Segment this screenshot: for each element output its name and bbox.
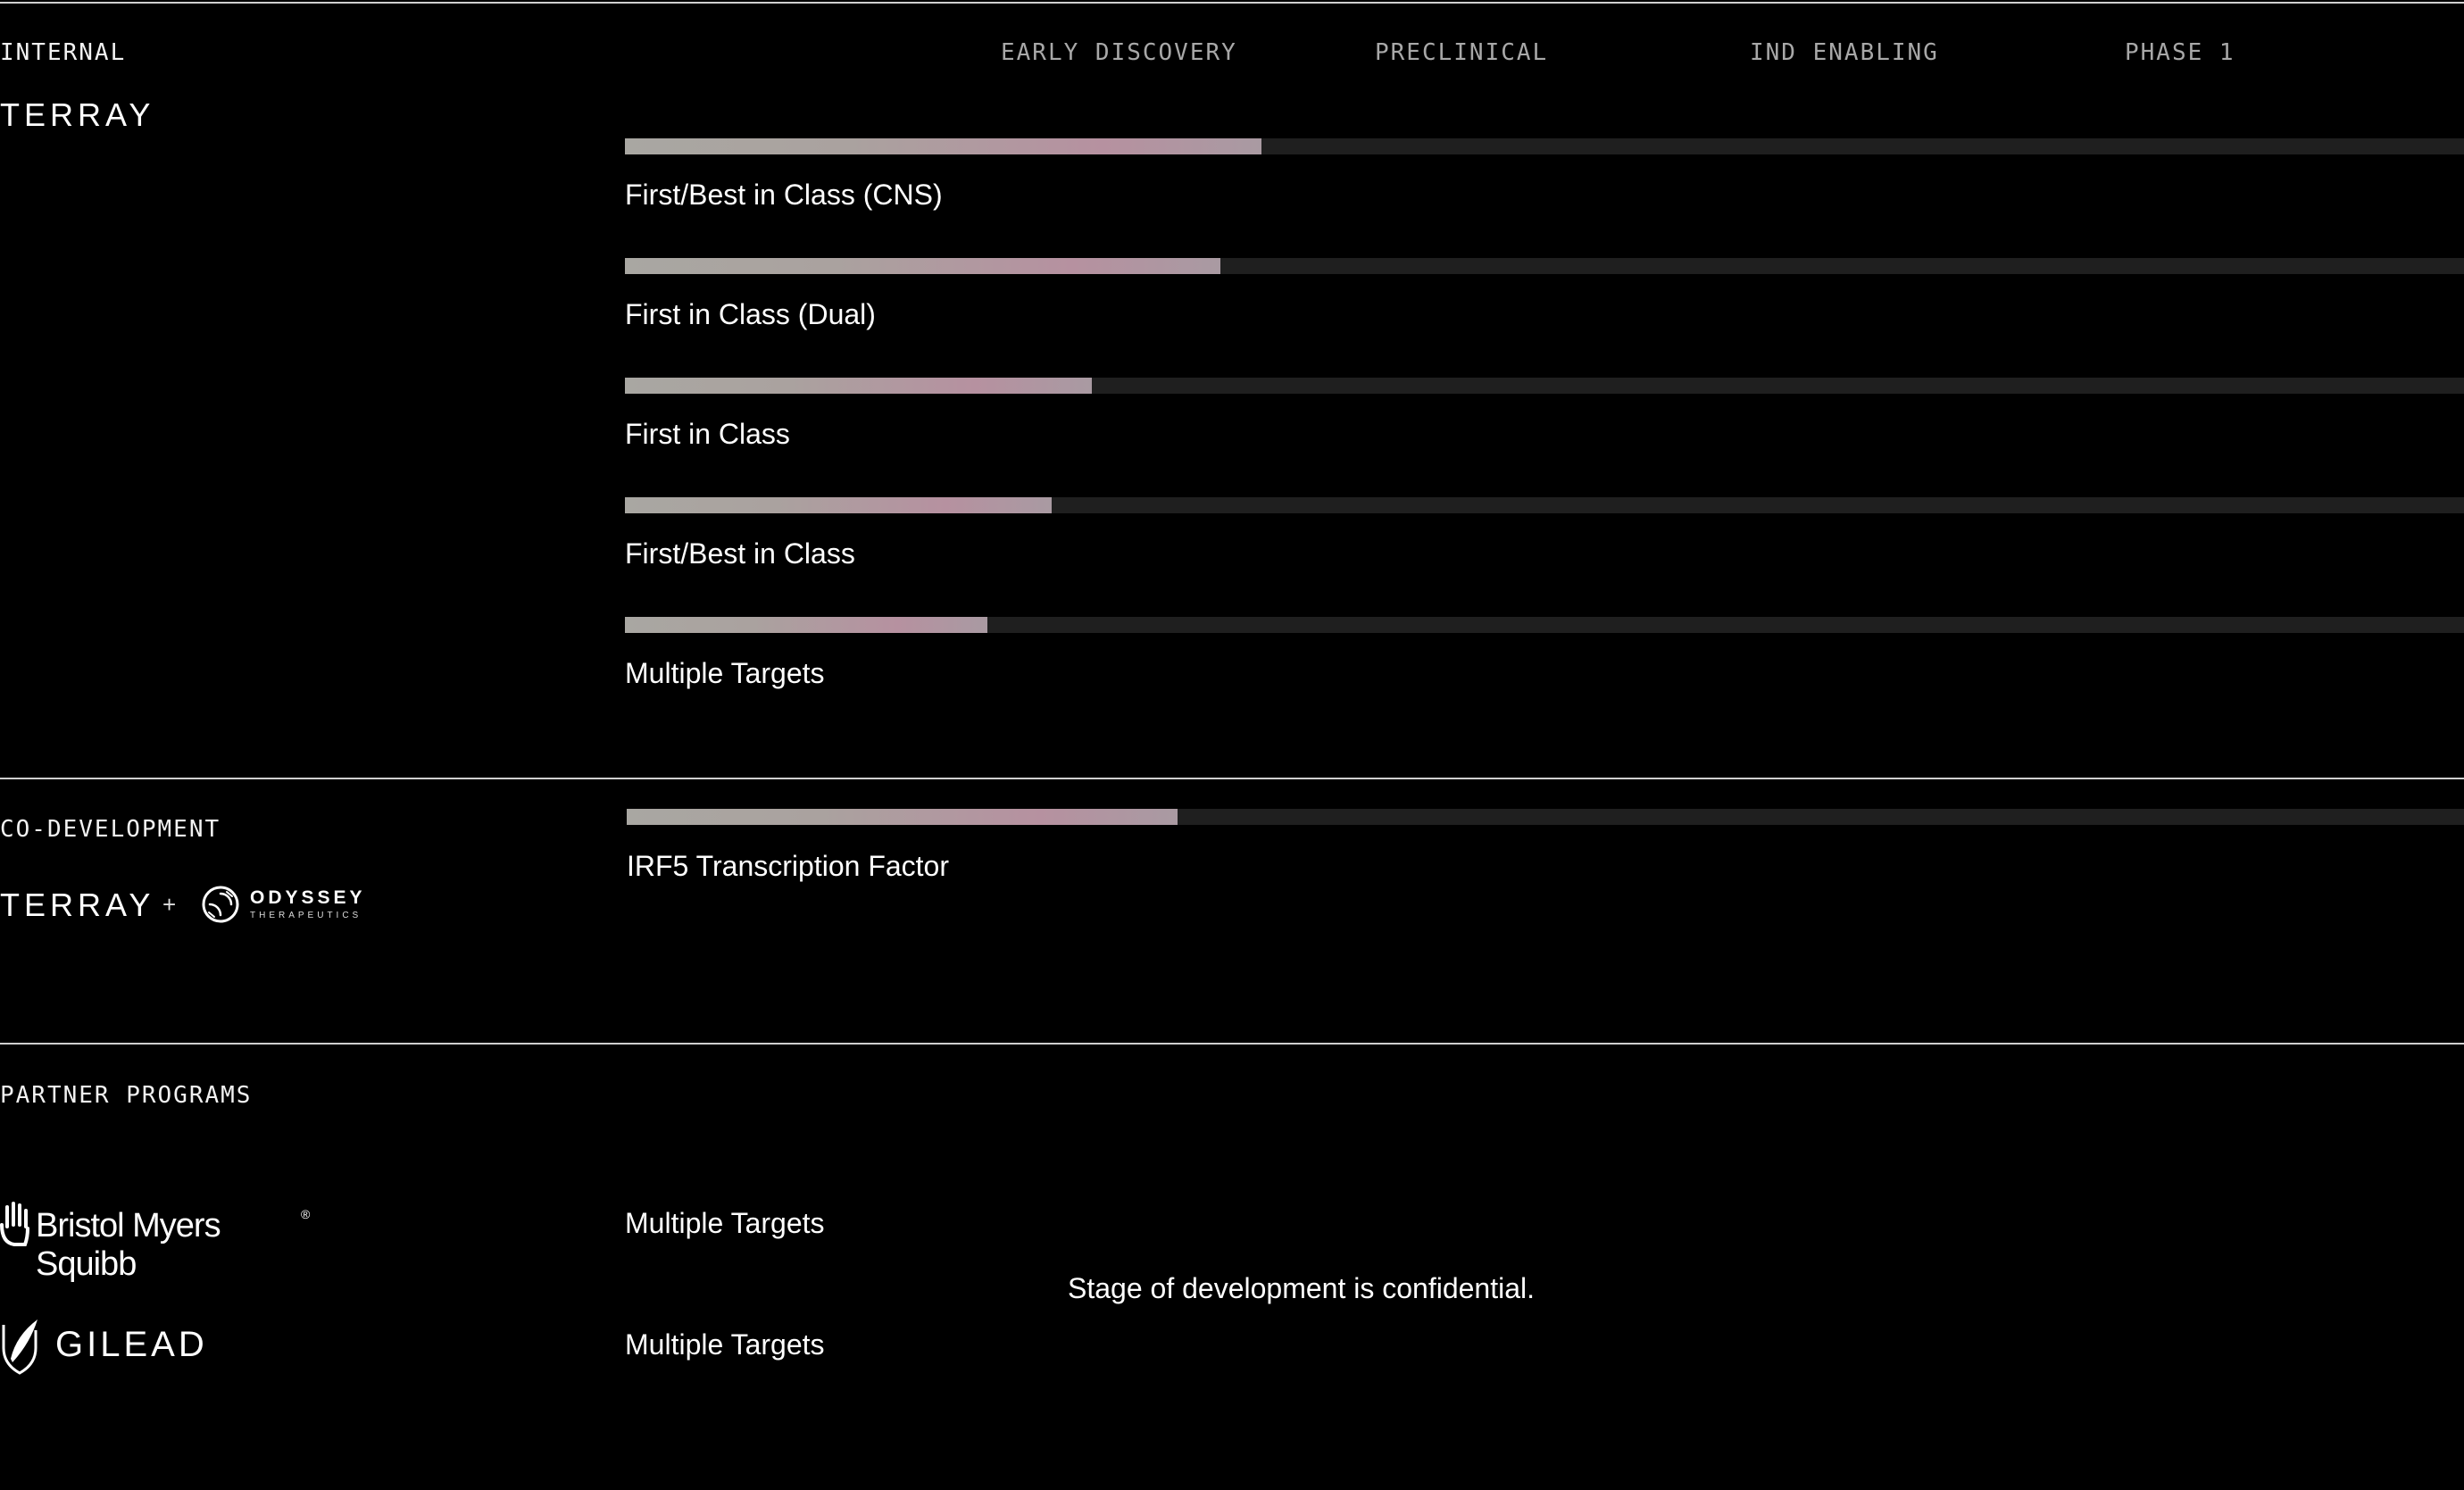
odyssey-subtitle: THERAPEUTICS (250, 911, 362, 920)
bms-registered-mark: ® (301, 1207, 311, 1221)
progress-track-internal-4 (625, 617, 2464, 633)
progress-fill (625, 617, 987, 633)
section-label-codevelopment: CO-DEVELOPMENT (0, 816, 221, 843)
progress-track-codev-0 (627, 809, 2464, 825)
progress-track-internal-0 (625, 138, 2464, 154)
program-label: Multiple Targets (625, 657, 825, 689)
gilead-name: GILEAD (55, 1325, 208, 1364)
bms-name: Bristol Myers Squibb (36, 1207, 221, 1283)
progress-track-internal-2 (625, 378, 2464, 394)
confidential-note: Stage of development is confidential. (1068, 1272, 1535, 1304)
codev-divider (0, 778, 2464, 779)
progress-fill (625, 258, 1221, 274)
section-label-partner-programs: PARTNER PROGRAMS (0, 1082, 253, 1109)
stage-header-early-discovery: EARLY DISCOVERY (1001, 39, 1237, 66)
program-label-bms: Multiple Targets (625, 1207, 825, 1239)
plus-sign: + (162, 891, 177, 918)
progress-fill (625, 378, 1093, 394)
terray-logo: TERRAY (0, 96, 155, 133)
section-label-internal: INTERNAL (0, 39, 127, 66)
program-label: First in Class (625, 418, 790, 450)
gilead-logo: GILEAD (0, 1316, 214, 1375)
odyssey-logo: ODYSSEY THERAPEUTICS (200, 882, 362, 927)
program-label-gilead: Multiple Targets (625, 1328, 825, 1361)
top-divider (0, 2, 2464, 4)
stage-header-phase-1: PHASE 1 (2125, 39, 2235, 66)
stage-header-ind-enabling: IND ENABLING (1750, 39, 1939, 66)
progress-track-internal-1 (625, 258, 2464, 274)
progress-fill (627, 809, 1178, 825)
program-label: IRF5 Transcription Factor (627, 850, 949, 882)
odyssey-swirl-icon (202, 886, 239, 923)
partner-divider (0, 1043, 2464, 1045)
program-label: First/Best in Class (CNS) (625, 179, 943, 211)
stage-header-preclinical: PRECLINICAL (1375, 39, 1549, 66)
bms-logo: Bristol Myers Squibb ® (0, 1200, 321, 1283)
odyssey-name: ODYSSEY (250, 887, 366, 908)
progress-fill (625, 138, 1261, 154)
progress-fill (625, 497, 1052, 513)
terray-logo-codev: TERRAY (0, 887, 155, 923)
progress-track-internal-3 (625, 497, 2464, 513)
bms-hand-icon (0, 1202, 29, 1246)
program-label: First in Class (Dual) (625, 298, 876, 330)
program-label: First/Best in Class (625, 537, 855, 570)
gilead-shield-icon (2, 1319, 37, 1375)
